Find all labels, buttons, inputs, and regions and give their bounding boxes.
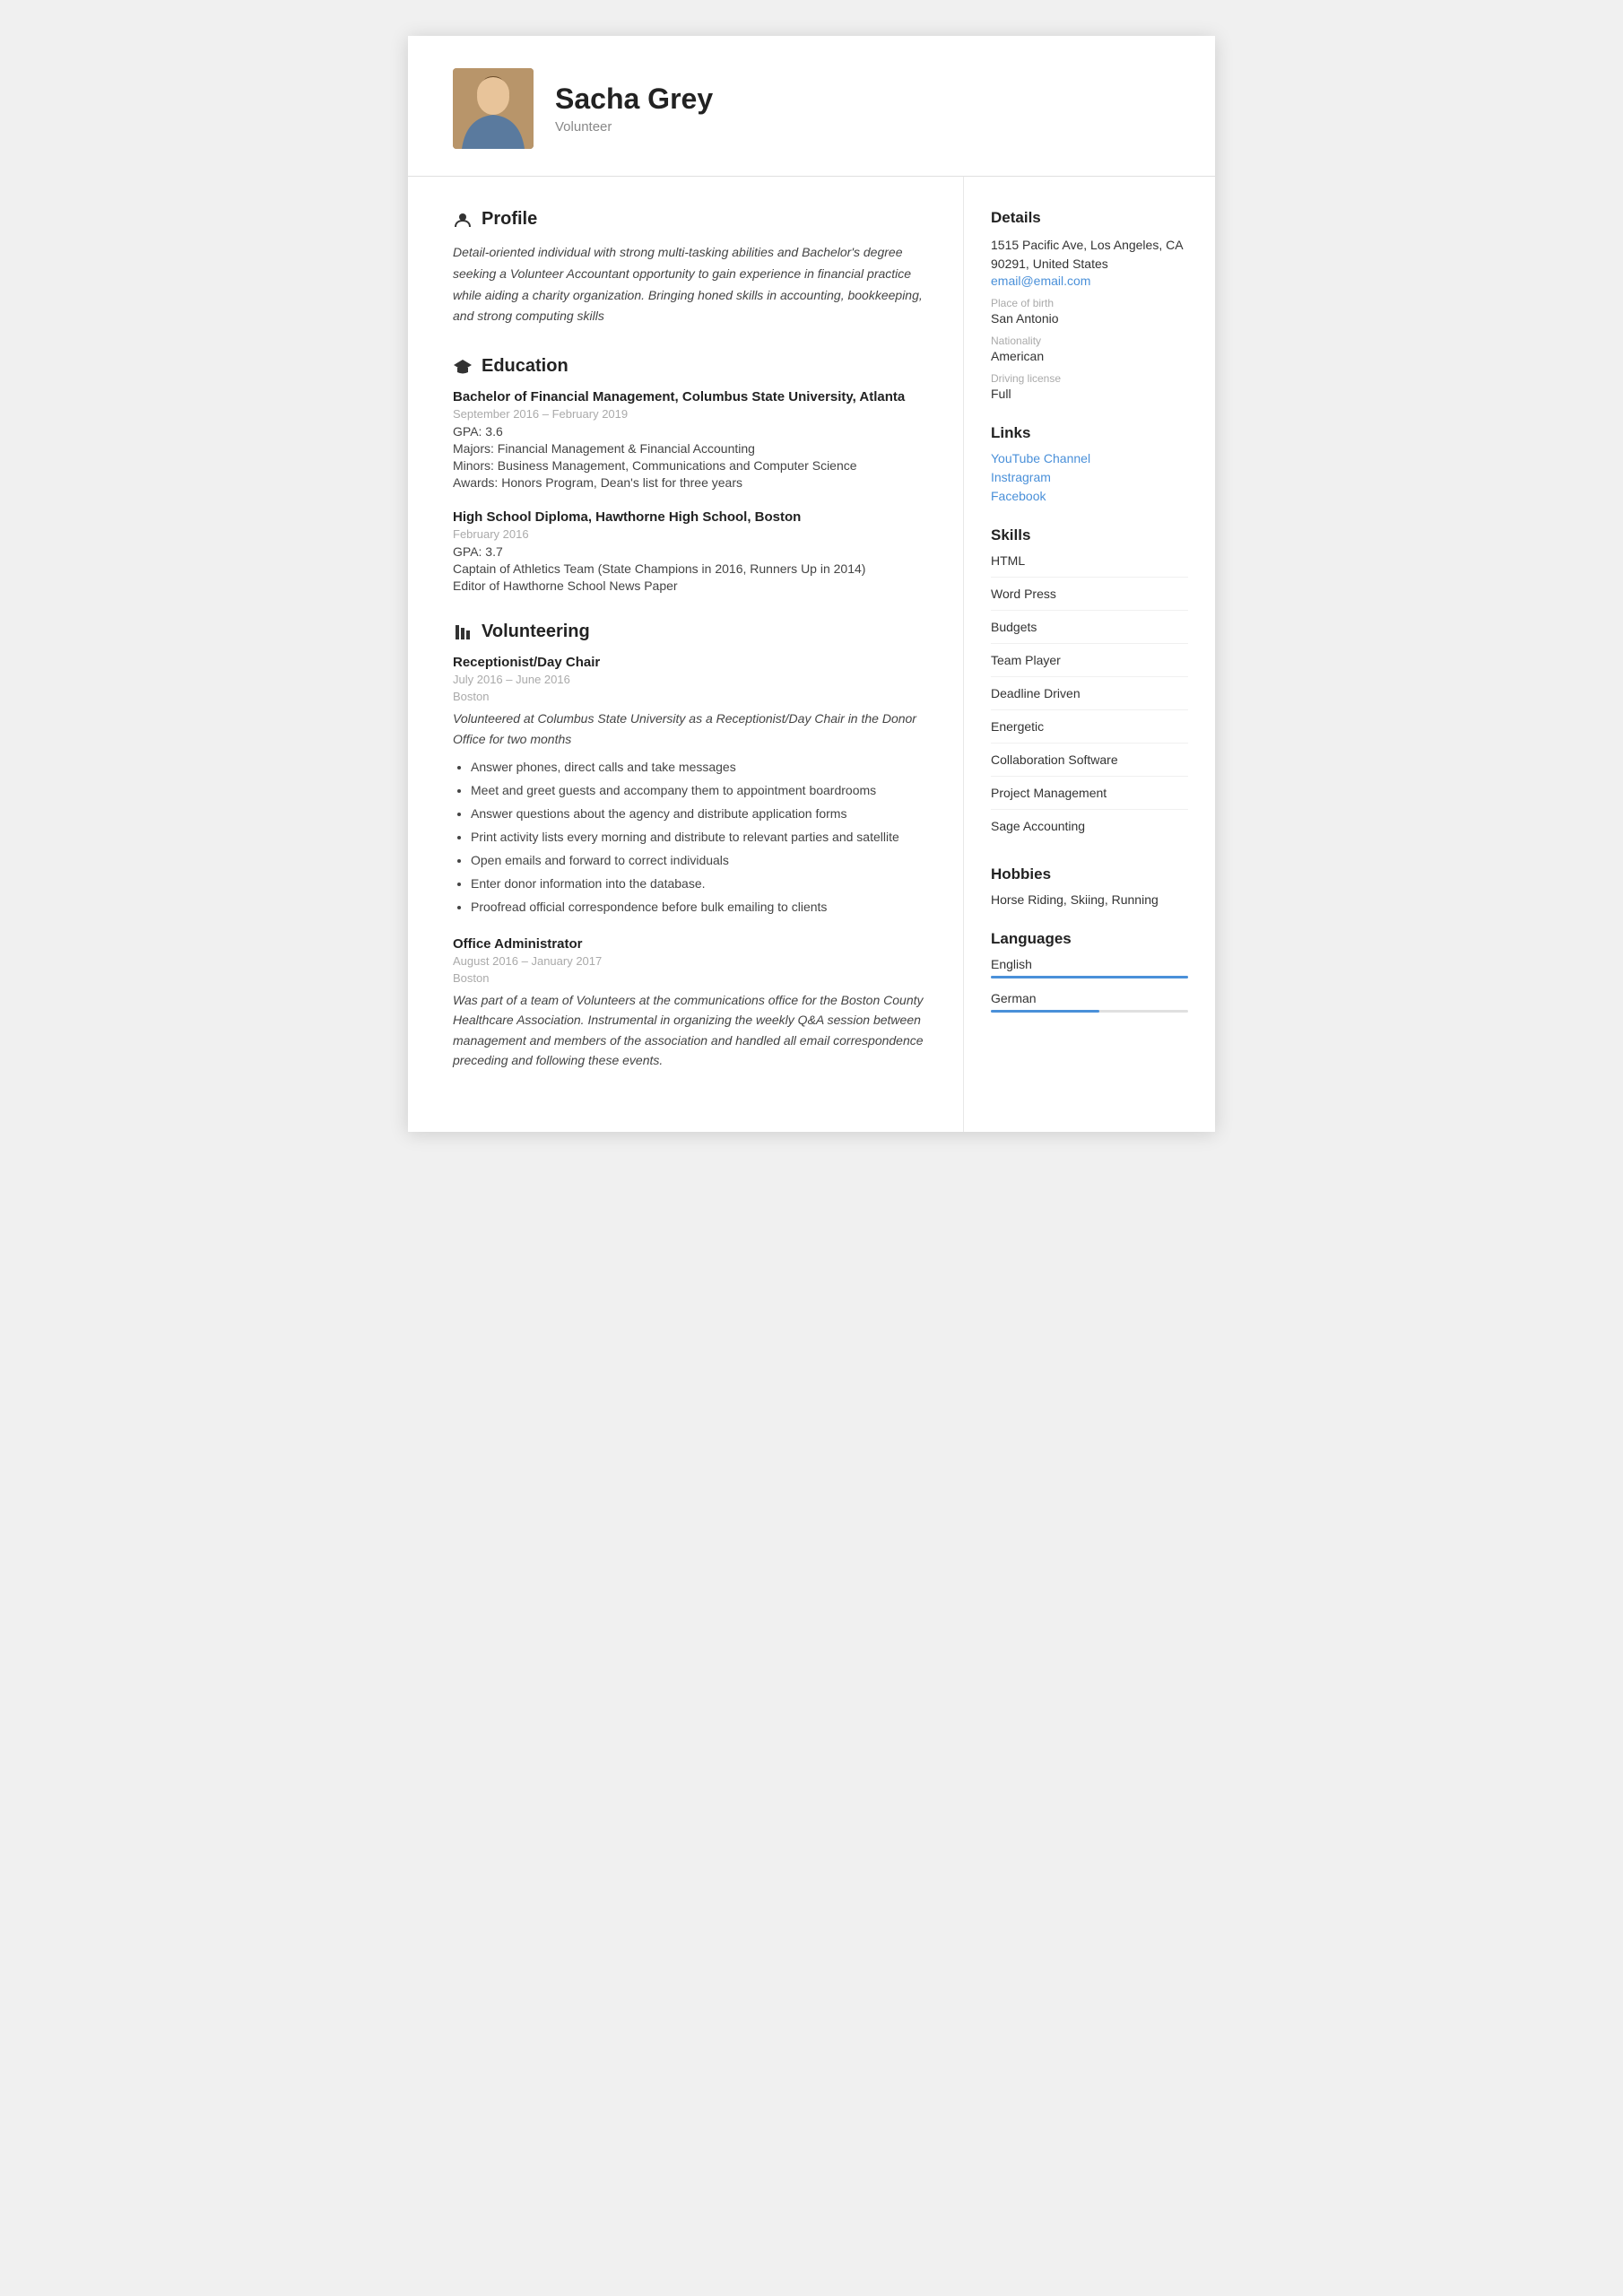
volunteering-section: Volunteering Receptionist/Day Chair July… xyxy=(453,622,927,1070)
main-content: Profile Detail-oriented individual with … xyxy=(408,177,1215,1132)
edu-detail-2-1: Captain of Athletics Team (State Champio… xyxy=(453,561,927,576)
hobbies-text: Horse Riding, Skiing, Running xyxy=(991,892,1188,907)
left-column: Profile Detail-oriented individual with … xyxy=(408,177,964,1132)
edu-detail-1-2: Minors: Business Management, Communicati… xyxy=(453,458,927,473)
list-item: Open emails and forward to correct indiv… xyxy=(471,851,927,870)
language-english-bar-bg xyxy=(991,976,1188,978)
right-column: Details 1515 Pacific Ave, Los Angeles, C… xyxy=(964,177,1215,1132)
edu-entry-2: High School Diploma, Hawthorne High Scho… xyxy=(453,509,927,593)
education-icon xyxy=(453,357,473,377)
candidate-subtitle: Volunteer xyxy=(555,119,713,135)
hobbies-title: Hobbies xyxy=(991,865,1188,883)
edu-entry-1: Bachelor of Financial Management, Columb… xyxy=(453,389,927,490)
education-section-title: Education xyxy=(453,356,927,377)
languages-title: Languages xyxy=(991,930,1188,948)
header-section: Sacha Grey Volunteer xyxy=(408,36,1215,177)
skill-sage-accounting: Sage Accounting xyxy=(991,819,1188,842)
driving-license-value: Full xyxy=(991,387,1188,401)
language-german-bar-bg xyxy=(991,1010,1188,1013)
link-youtube[interactable]: YouTube Channel xyxy=(991,451,1188,465)
skills-title: Skills xyxy=(991,526,1188,544)
details-email[interactable]: email@email.com xyxy=(991,274,1188,288)
vol-title-2: Office Administrator xyxy=(453,936,927,952)
place-of-birth-value: San Antonio xyxy=(991,311,1188,326)
vol-location-2: Boston xyxy=(453,971,927,985)
education-section: Education Bachelor of Financial Manageme… xyxy=(453,356,927,593)
list-item: Proofread official correspondence before… xyxy=(471,898,927,917)
volunteering-icon xyxy=(453,622,473,642)
language-english: English xyxy=(991,957,1188,978)
skill-energetic: Energetic xyxy=(991,719,1188,744)
header-text: Sacha Grey Volunteer xyxy=(555,83,713,135)
skills-section: Skills HTML Word Press Budgets Team Play… xyxy=(991,526,1188,842)
profile-icon xyxy=(453,210,473,230)
volunteering-section-title: Volunteering xyxy=(453,622,927,642)
edu-degree-2: High School Diploma, Hawthorne High Scho… xyxy=(453,509,927,525)
profile-section: Profile Detail-oriented individual with … xyxy=(453,209,927,327)
skill-html: HTML xyxy=(991,553,1188,578)
hobbies-section: Hobbies Horse Riding, Skiing, Running xyxy=(991,865,1188,907)
edu-gpa-1: GPA: 3.6 xyxy=(453,424,927,439)
resume-container: Sacha Grey Volunteer Profile Detail-orie… xyxy=(408,36,1215,1132)
skill-wordpress: Word Press xyxy=(991,587,1188,611)
place-of-birth-label: Place of birth xyxy=(991,297,1188,309)
vol-desc-1: Volunteered at Columbus State University… xyxy=(453,709,927,749)
vol-date-1: July 2016 – June 2016 xyxy=(453,673,927,686)
skill-team-player: Team Player xyxy=(991,653,1188,677)
vol-title-1: Receptionist/Day Chair xyxy=(453,655,927,670)
skill-project-management: Project Management xyxy=(991,786,1188,810)
details-section: Details 1515 Pacific Ave, Los Angeles, C… xyxy=(991,209,1188,401)
education-entries: Bachelor of Financial Management, Columb… xyxy=(453,389,927,593)
vol-desc-2: Was part of a team of Volunteers at the … xyxy=(453,990,927,1071)
driving-license-label: Driving license xyxy=(991,372,1188,385)
edu-date-2: February 2016 xyxy=(453,527,927,541)
skills-list: HTML Word Press Budgets Team Player Dead… xyxy=(991,553,1188,842)
profile-text: Detail-oriented individual with strong m… xyxy=(453,242,927,327)
edu-detail-1-1: Majors: Financial Management & Financial… xyxy=(453,441,927,456)
list-item: Enter donor information into the databas… xyxy=(471,874,927,893)
profile-section-title: Profile xyxy=(453,209,927,230)
vol-entry-2: Office Administrator August 2016 – Janua… xyxy=(453,936,927,1071)
language-german-bar-fill xyxy=(991,1010,1099,1013)
list-item: Print activity lists every morning and d… xyxy=(471,828,927,847)
link-instagram[interactable]: Instragram xyxy=(991,470,1188,484)
vol-entry-1: Receptionist/Day Chair July 2016 – June … xyxy=(453,655,927,917)
details-title: Details xyxy=(991,209,1188,227)
vol-date-2: August 2016 – January 2017 xyxy=(453,954,927,968)
language-english-bar-fill xyxy=(991,976,1188,978)
list-item: Answer phones, direct calls and take mes… xyxy=(471,758,927,777)
languages-section: Languages English German xyxy=(991,930,1188,1013)
list-item: Meet and greet guests and accompany them… xyxy=(471,781,927,800)
skill-collaboration-software: Collaboration Software xyxy=(991,752,1188,777)
edu-gpa-2: GPA: 3.7 xyxy=(453,544,927,559)
list-item: Answer questions about the agency and di… xyxy=(471,804,927,823)
language-german: German xyxy=(991,991,1188,1013)
nationality-label: Nationality xyxy=(991,335,1188,347)
skill-budgets: Budgets xyxy=(991,620,1188,644)
vol-bullets-1: Answer phones, direct calls and take mes… xyxy=(453,758,927,917)
avatar xyxy=(453,68,534,149)
link-facebook[interactable]: Facebook xyxy=(991,489,1188,503)
skill-deadline-driven: Deadline Driven xyxy=(991,686,1188,710)
language-german-name: German xyxy=(991,991,1188,1005)
edu-detail-2-2: Editor of Hawthorne School News Paper xyxy=(453,578,927,593)
vol-location-1: Boston xyxy=(453,690,927,703)
links-section: Links YouTube Channel Instragram Faceboo… xyxy=(991,424,1188,503)
edu-degree-1: Bachelor of Financial Management, Columb… xyxy=(453,389,927,404)
details-address: 1515 Pacific Ave, Los Angeles, CA 90291,… xyxy=(991,236,1188,274)
language-english-name: English xyxy=(991,957,1188,971)
edu-date-1: September 2016 – February 2019 xyxy=(453,407,927,421)
nationality-value: American xyxy=(991,349,1188,363)
edu-detail-1-3: Awards: Honors Program, Dean's list for … xyxy=(453,475,927,490)
links-title: Links xyxy=(991,424,1188,442)
candidate-name: Sacha Grey xyxy=(555,83,713,116)
